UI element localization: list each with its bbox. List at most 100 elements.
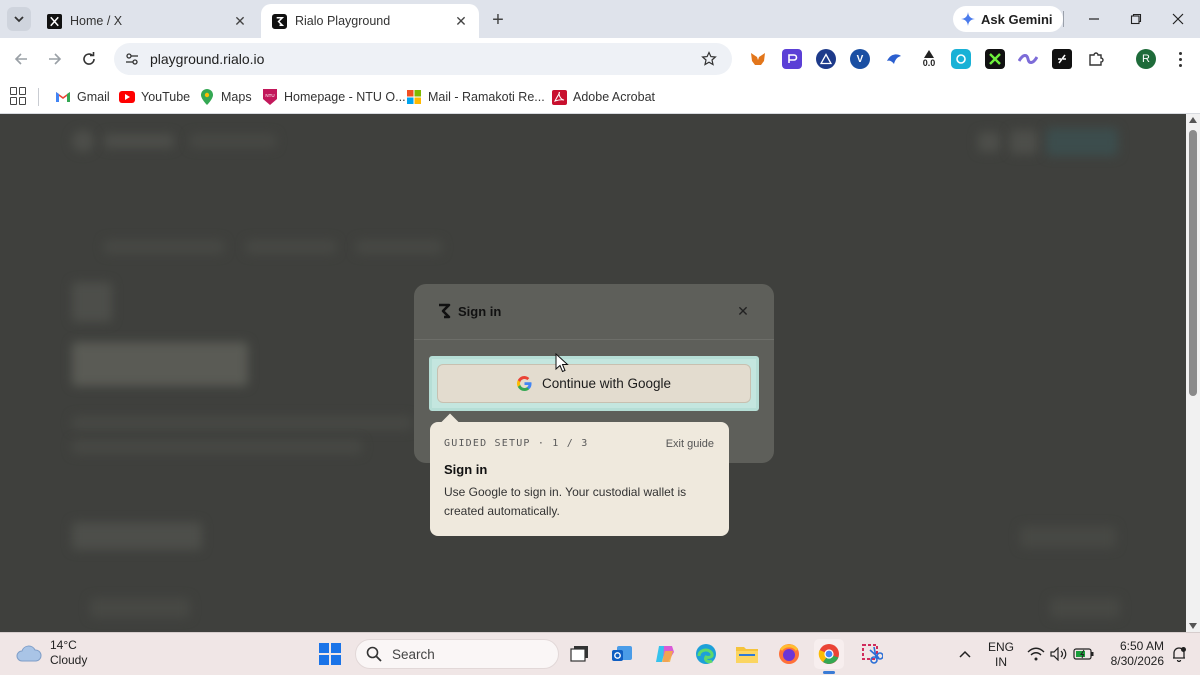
taskbar-edge[interactable] xyxy=(691,639,721,669)
back-button[interactable] xyxy=(9,47,33,71)
scroll-down-arrow-icon[interactable] xyxy=(1189,623,1197,629)
bookmark-label: Homepage - NTU O... xyxy=(284,90,406,104)
taskbar-search-box[interactable]: Search xyxy=(355,639,559,669)
site-settings-icon[interactable] xyxy=(122,49,142,69)
url-text[interactable]: playground.rialo.io xyxy=(150,51,698,67)
taskbar-snipping-tool[interactable] xyxy=(857,639,887,669)
clock-date: 8/30/2026 xyxy=(1110,654,1164,668)
bookmark-youtube[interactable]: YouTube xyxy=(119,86,190,108)
show-hidden-icons-chevron-up-icon[interactable] xyxy=(956,646,974,662)
start-button[interactable] xyxy=(315,639,345,669)
profile-avatar[interactable]: R xyxy=(1136,49,1156,69)
taskbar-firefox[interactable] xyxy=(774,639,804,669)
bookmarks-bar: Gmail YouTube Maps NTU Homepage - NTU O.… xyxy=(0,80,1200,114)
language-code: ENG xyxy=(987,640,1014,654)
task-view-icon xyxy=(570,646,588,662)
volume-icon[interactable] xyxy=(1050,646,1068,662)
background-text-blur xyxy=(246,240,336,254)
tab-home-x[interactable]: Home / X ✕ xyxy=(36,4,258,38)
wave-extension-icon[interactable] xyxy=(1018,49,1038,69)
background-nav-blur xyxy=(104,134,174,148)
taskbar-file-explorer[interactable] xyxy=(732,639,762,669)
task-view-button[interactable] xyxy=(565,639,595,669)
close-icon[interactable]: ✕ xyxy=(451,11,471,31)
keyboard-region: IN xyxy=(995,655,1007,669)
background-logo-blur xyxy=(72,130,94,152)
search-icon xyxy=(366,646,382,662)
reload-button[interactable] xyxy=(77,47,101,71)
background-text-blur xyxy=(72,440,362,454)
new-tab-button[interactable]: + xyxy=(486,8,510,32)
restore-button[interactable] xyxy=(1118,6,1154,32)
taskbar-chrome[interactable] xyxy=(814,639,844,669)
weather-widget[interactable]: 14°C Cloudy xyxy=(16,638,87,668)
taskbar-copilot[interactable] xyxy=(650,639,680,669)
metamask-extension-icon[interactable] xyxy=(748,49,768,69)
close-icon[interactable]: ✕ xyxy=(230,11,250,31)
edge-icon xyxy=(696,644,716,664)
v-extension-icon[interactable]: V xyxy=(850,49,870,69)
extensions-puzzle-icon[interactable] xyxy=(1086,49,1106,69)
modal-header: Sign in ✕ xyxy=(414,284,774,340)
background-avatar-blur xyxy=(72,282,112,322)
bookmarks-divider xyxy=(38,88,39,106)
windows-taskbar: 14°C Cloudy Search ENG IN 6:50 AM 8/30/2… xyxy=(0,632,1200,675)
background-text-blur xyxy=(356,240,442,254)
taskbar-search-placeholder: Search xyxy=(392,646,435,662)
bird-extension-icon[interactable] xyxy=(884,49,904,69)
exit-guide-link[interactable]: Exit guide xyxy=(666,438,714,450)
close-window-button[interactable] xyxy=(1160,6,1196,32)
ask-gemini-label: Ask Gemini xyxy=(981,11,1053,27)
x-grid-extension-icon[interactable] xyxy=(985,49,1005,69)
continue-with-google-button[interactable]: Continue with Google xyxy=(437,364,751,403)
system-clock[interactable]: 6:50 AM 8/30/2026 xyxy=(1104,639,1164,669)
window-controls-divider xyxy=(1063,11,1064,27)
browser-menu-icon[interactable] xyxy=(1170,49,1190,69)
gemini-sparkle-icon xyxy=(961,12,975,26)
wifi-icon[interactable] xyxy=(1027,646,1045,662)
s-extension-icon[interactable] xyxy=(951,49,971,69)
browser-toolbar: playground.rialo.io V 0.0 R xyxy=(0,38,1200,80)
slash-extension-icon[interactable] xyxy=(1052,49,1072,69)
scroll-up-arrow-icon[interactable] xyxy=(1189,117,1197,123)
bookmark-mail-ramakoti[interactable]: Mail - Ramakoti Re... xyxy=(406,86,545,108)
forward-button[interactable] xyxy=(43,47,67,71)
bookmark-gmail[interactable]: Gmail xyxy=(55,86,110,108)
arrow-badge-extension-icon[interactable]: 0.0 xyxy=(919,46,939,72)
maps-icon xyxy=(199,89,215,105)
scrollbar-thumb[interactable] xyxy=(1189,130,1197,396)
bookmark-label: Adobe Acrobat xyxy=(573,90,656,104)
folder-icon xyxy=(736,647,758,663)
google-g-icon xyxy=(516,376,532,391)
triangle-extension-icon[interactable] xyxy=(816,49,836,69)
close-icon[interactable]: ✕ xyxy=(734,302,752,320)
ask-gemini-button[interactable]: Ask Gemini xyxy=(953,6,1063,32)
bookmark-ntu-homepage[interactable]: NTU Homepage - NTU O... xyxy=(262,86,406,108)
bookmark-label: Mail - Ramakoti Re... xyxy=(428,90,545,104)
notifications-bell-icon[interactable] xyxy=(1170,646,1188,662)
weather-temperature: 14°C xyxy=(50,638,77,652)
google-button-label: Continue with Google xyxy=(541,376,672,391)
background-icon-blur xyxy=(978,132,1000,152)
tab-search-button[interactable] xyxy=(7,7,31,31)
bookmark-adobe-acrobat[interactable]: Adobe Acrobat xyxy=(551,86,655,108)
p-extension-icon[interactable] xyxy=(782,49,802,69)
page-scrollbar[interactable] xyxy=(1186,114,1200,632)
bookmark-maps[interactable]: Maps xyxy=(199,86,252,108)
reload-icon xyxy=(83,52,95,65)
apps-grid-icon[interactable] xyxy=(10,87,28,105)
background-button-blur xyxy=(1046,128,1118,156)
language-indicator[interactable]: ENG IN xyxy=(986,640,1016,670)
youtube-icon xyxy=(119,89,135,105)
minimize-button[interactable] xyxy=(1076,6,1112,32)
tab-rialo-playground[interactable]: Rialo Playground ✕ xyxy=(261,4,479,38)
bookmark-star-icon[interactable] xyxy=(698,48,720,70)
tab-title: Rialo Playground xyxy=(295,14,391,28)
background-text-blur xyxy=(104,240,224,254)
address-bar[interactable]: playground.rialo.io xyxy=(114,43,732,75)
background-section-title-blur xyxy=(72,522,202,550)
battery-charging-icon[interactable] xyxy=(1073,646,1095,662)
close-icon xyxy=(1172,13,1184,25)
cloud-icon xyxy=(16,645,42,662)
taskbar-outlook[interactable] xyxy=(607,639,637,669)
